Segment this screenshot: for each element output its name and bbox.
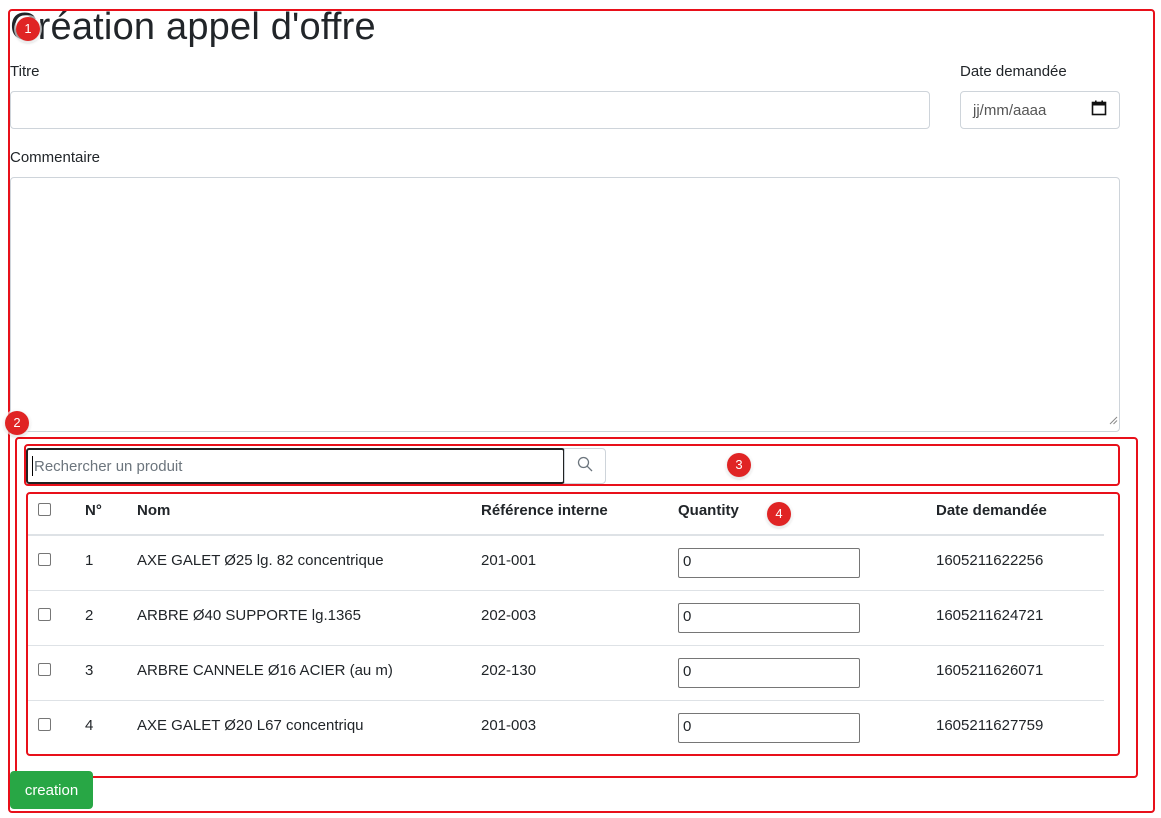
row-nom: AXE GALET Ø20 L67 concentriqu xyxy=(137,717,364,734)
row-checkbox[interactable] xyxy=(38,718,51,731)
row-nom: ARBRE CANNELE Ø16 ACIER (au m) xyxy=(137,662,393,679)
header-divider xyxy=(28,534,1104,536)
row-number: 3 xyxy=(85,662,94,679)
quantity-input[interactable]: 0 xyxy=(678,713,860,743)
calendar-icon[interactable] xyxy=(1091,100,1107,120)
header-nom: Nom xyxy=(137,502,171,519)
quantity-input[interactable]: 0 xyxy=(678,603,860,633)
page-title: Création appel d'offre xyxy=(10,6,376,48)
row-checkbox[interactable] xyxy=(38,608,51,621)
row-nom: ARBRE Ø40 SUPPORTE lg.1365 xyxy=(137,607,361,624)
search-icon xyxy=(577,456,593,477)
header-date: Date demandée xyxy=(936,502,1047,519)
row-checkbox[interactable] xyxy=(38,663,51,676)
resize-handle-icon[interactable] xyxy=(1108,412,1118,430)
date-placeholder: jj/mm/aaaa xyxy=(973,101,1047,119)
row-number: 1 xyxy=(85,552,94,569)
select-all-checkbox[interactable] xyxy=(38,503,51,516)
row-reference: 201-003 xyxy=(481,717,537,734)
commentaire-label: Commentaire xyxy=(10,149,101,166)
annotation-marker-2: 2 xyxy=(5,411,29,435)
annotation-marker-1: 1 xyxy=(16,17,40,41)
row-reference: 202-003 xyxy=(481,607,537,624)
row-divider xyxy=(28,700,1104,701)
header-quantity: Quantity xyxy=(678,502,739,519)
row-reference: 202-130 xyxy=(481,662,537,679)
row-divider xyxy=(28,645,1104,646)
search-placeholder: Rechercher un produit xyxy=(34,457,183,475)
row-date: 1605211624721 xyxy=(936,607,1044,624)
creation-button[interactable]: creation xyxy=(10,771,93,809)
row-date: 1605211627759 xyxy=(936,717,1044,734)
row-date: 1605211626071 xyxy=(936,662,1044,679)
date-input[interactable]: jj/mm/aaaa xyxy=(960,91,1120,129)
annotation-marker-3: 3 xyxy=(727,453,751,477)
titre-input[interactable] xyxy=(10,91,930,129)
row-number: 4 xyxy=(85,717,94,734)
quantity-input[interactable]: 0 xyxy=(678,548,860,578)
row-divider xyxy=(28,590,1104,591)
quantity-input[interactable]: 0 xyxy=(678,658,860,688)
titre-label: Titre xyxy=(10,63,40,80)
row-number: 2 xyxy=(85,607,94,624)
row-nom: AXE GALET Ø25 lg. 82 concentrique xyxy=(137,552,384,569)
header-reference: Référence interne xyxy=(481,502,608,519)
header-n: N° xyxy=(85,502,102,519)
titre-input-field[interactable] xyxy=(11,92,929,128)
row-date: 1605211622256 xyxy=(936,552,1044,569)
annotation-marker-4: 4 xyxy=(767,502,791,526)
commentaire-textarea[interactable] xyxy=(10,177,1120,432)
row-checkbox[interactable] xyxy=(38,553,51,566)
search-button[interactable] xyxy=(564,448,606,484)
row-reference: 201-001 xyxy=(481,552,537,569)
product-search-input[interactable]: Rechercher un produit xyxy=(26,448,565,484)
date-label: Date demandée xyxy=(960,63,1067,80)
